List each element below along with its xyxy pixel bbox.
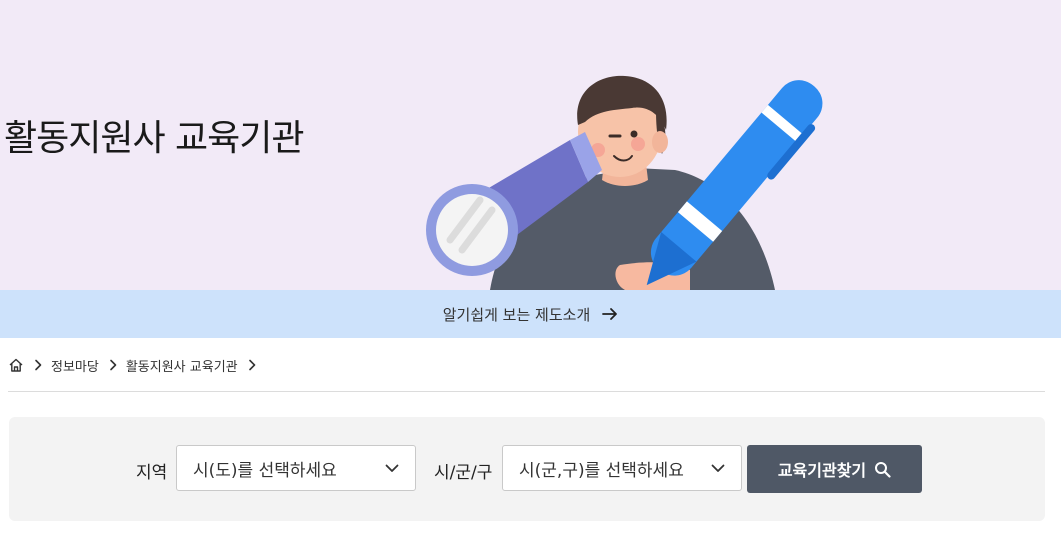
region-select[interactable]: 시(도)를 선택하세요 xyxy=(176,445,416,491)
search-panel: 지역 시(도)를 선택하세요 시/군/구 시(군,구)를 선택하세요 교육기관찾… xyxy=(9,417,1045,521)
intro-bar-label: 알기쉽게 보는 제도소개 xyxy=(442,305,591,324)
district-label: 시/군/구 xyxy=(434,463,493,483)
divider xyxy=(8,391,1045,392)
chevron-right-icon xyxy=(109,359,117,371)
arrow-right-icon xyxy=(602,307,618,321)
chevron-right-icon xyxy=(34,359,42,371)
chevron-down-icon xyxy=(385,464,399,473)
hero-banner: 활동지원사 교육기관 xyxy=(0,0,1061,290)
intro-bar-link[interactable]: 알기쉽게 보는 제도소개 xyxy=(0,290,1061,338)
region-select-value: 시(도)를 선택하세요 xyxy=(193,460,337,481)
breadcrumb-item-current[interactable]: 활동지원사 교육기관 xyxy=(126,356,238,375)
search-button[interactable]: 교육기관찾기 xyxy=(747,445,922,493)
region-label: 지역 xyxy=(136,463,168,483)
search-button-label: 교육기관찾기 xyxy=(777,461,867,480)
search-icon xyxy=(874,461,891,478)
breadcrumb-item-info[interactable]: 정보마당 xyxy=(51,356,99,375)
hero-illustration xyxy=(426,75,823,290)
chevron-right-icon[interactable] xyxy=(248,359,256,371)
district-select[interactable]: 시(군,구)를 선택하세요 xyxy=(502,445,742,491)
chevron-down-icon xyxy=(711,464,725,473)
page-title: 활동지원사 교육기관 xyxy=(4,118,305,159)
home-icon[interactable] xyxy=(8,357,24,373)
district-select-value: 시(군,구)를 선택하세요 xyxy=(519,460,684,481)
breadcrumb: 정보마당 활동지원사 교육기관 xyxy=(8,354,265,376)
